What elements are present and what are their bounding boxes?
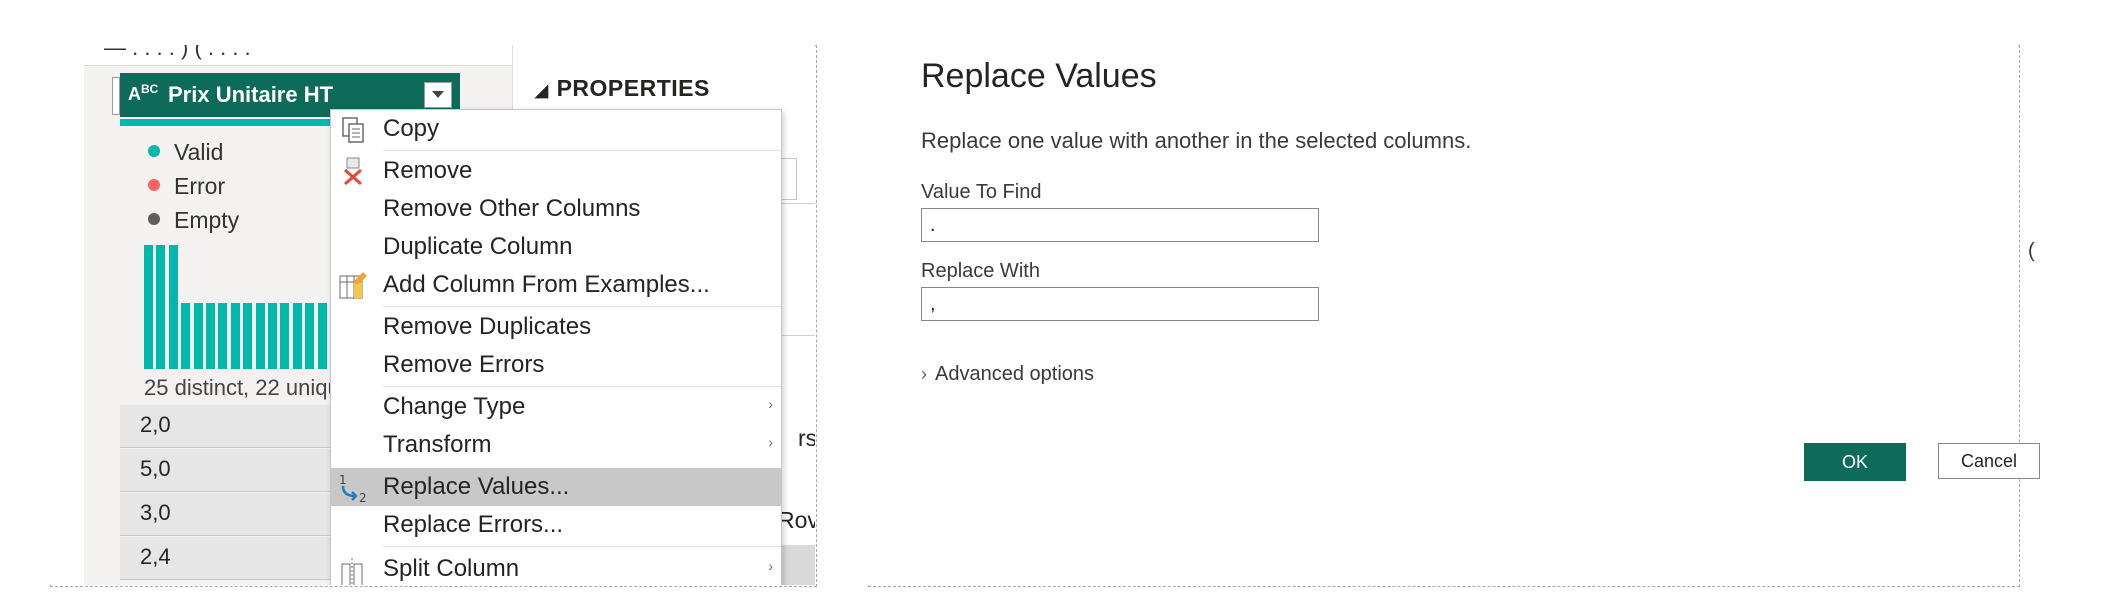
dialog-description: Replace one value with another in the se…	[921, 128, 1472, 153]
formula-bar-fragment: — . . . . ) ( . . . .	[104, 45, 251, 60]
distribution-bar	[280, 303, 290, 369]
empty-dot-icon	[148, 213, 160, 225]
distribution-bar	[255, 303, 265, 369]
quality-error: Error	[148, 173, 225, 200]
menu-item-remove-other-columns[interactable]: Remove Other Columns	[331, 190, 781, 228]
clipped-glyph: (	[2028, 240, 2035, 262]
menu-item-transform[interactable]: Transform ›	[331, 426, 781, 464]
quality-valid: Valid	[148, 139, 223, 166]
column-header-title: Prix Unitaire HT	[168, 82, 334, 107]
distribution-bar	[181, 303, 191, 369]
column-context-menu: Copy Remove Remove Other Columns Duplica…	[330, 109, 782, 585]
split-column-icon	[341, 558, 363, 585]
svg-text:2: 2	[359, 491, 367, 504]
replace-values-icon: 12	[339, 473, 367, 504]
distribution-bar	[156, 245, 166, 369]
submenu-arrow-icon: ›	[768, 558, 773, 574]
menu-item-remove[interactable]: Remove	[331, 152, 781, 190]
text-type-icon[interactable]: ABC	[128, 82, 158, 105]
distribution-bar	[193, 303, 203, 369]
valid-dot-icon	[148, 145, 160, 157]
svg-text:1: 1	[339, 473, 347, 487]
menu-item-split-column[interactable]: Split Column ›	[331, 550, 781, 585]
value-to-find-label: Value To Find	[921, 181, 1042, 203]
distribution-bar	[317, 303, 327, 369]
menu-item-copy[interactable]: Copy	[331, 110, 781, 148]
distribution-bar	[243, 303, 253, 369]
distribution-bar	[292, 303, 302, 369]
distribution-summary: 25 distinct, 22 unique	[144, 375, 352, 400]
ok-button[interactable]: OK	[1804, 443, 1906, 481]
menu-item-add-column-from-examples[interactable]: Add Column From Examples...	[331, 266, 781, 304]
copy-icon	[342, 117, 364, 143]
replace-with-label: Replace With	[921, 260, 1040, 282]
menu-separator	[383, 546, 781, 547]
distribution-bar	[168, 245, 178, 369]
distribution-bar	[144, 245, 153, 369]
column-filter-dropdown-button[interactable]	[424, 82, 452, 108]
error-dot-icon	[148, 179, 160, 191]
power-query-editor-pane: — . . . . ) ( . . . . ABC Prix Unitaire …	[50, 45, 815, 585]
properties-text-fragment: Rov	[778, 507, 815, 533]
properties-text-fragment: rs	[798, 425, 815, 451]
remove-icon	[344, 157, 362, 186]
distribution-bar	[305, 303, 315, 369]
menu-item-change-type[interactable]: Change Type ›	[331, 388, 781, 426]
distribution-bar	[230, 303, 240, 369]
collapse-triangle-icon: ◢	[535, 81, 549, 100]
menu-separator	[383, 386, 781, 387]
cancel-button[interactable]: Cancel	[1938, 443, 2040, 479]
menu-item-replace-values[interactable]: 12 Replace Values...	[331, 468, 781, 506]
submenu-arrow-icon: ›	[768, 434, 773, 450]
distribution-bar	[268, 303, 277, 369]
distribution-bar	[218, 303, 228, 369]
menu-separator	[383, 306, 781, 307]
submenu-arrow-icon: ›	[768, 396, 773, 412]
menu-separator	[383, 150, 781, 151]
properties-header[interactable]: ◢ PROPERTIES	[535, 75, 710, 102]
chevron-right-icon: ›	[921, 364, 927, 384]
value-to-find-input[interactable]	[921, 208, 1319, 242]
advanced-options-toggle[interactable]: › Advanced options	[921, 363, 1094, 386]
formula-bar[interactable]: — . . . . ) ( . . . .	[84, 45, 546, 66]
replace-values-dialog: Replace Values Replace one value with an…	[868, 45, 2040, 585]
replace-with-input[interactable]	[921, 287, 1319, 321]
previous-column-dropdown[interactable]	[112, 77, 120, 115]
distribution-bar	[206, 303, 215, 369]
add-column-from-examples-icon	[339, 272, 367, 299]
quality-empty: Empty	[148, 207, 239, 234]
menu-item-remove-duplicates[interactable]: Remove Duplicates	[331, 308, 781, 346]
menu-item-duplicate-column[interactable]: Duplicate Column	[331, 228, 781, 266]
dialog-title: Replace Values	[921, 57, 1157, 95]
menu-item-remove-errors[interactable]: Remove Errors	[331, 346, 781, 384]
menu-item-replace-errors[interactable]: Replace Errors...	[331, 506, 781, 544]
